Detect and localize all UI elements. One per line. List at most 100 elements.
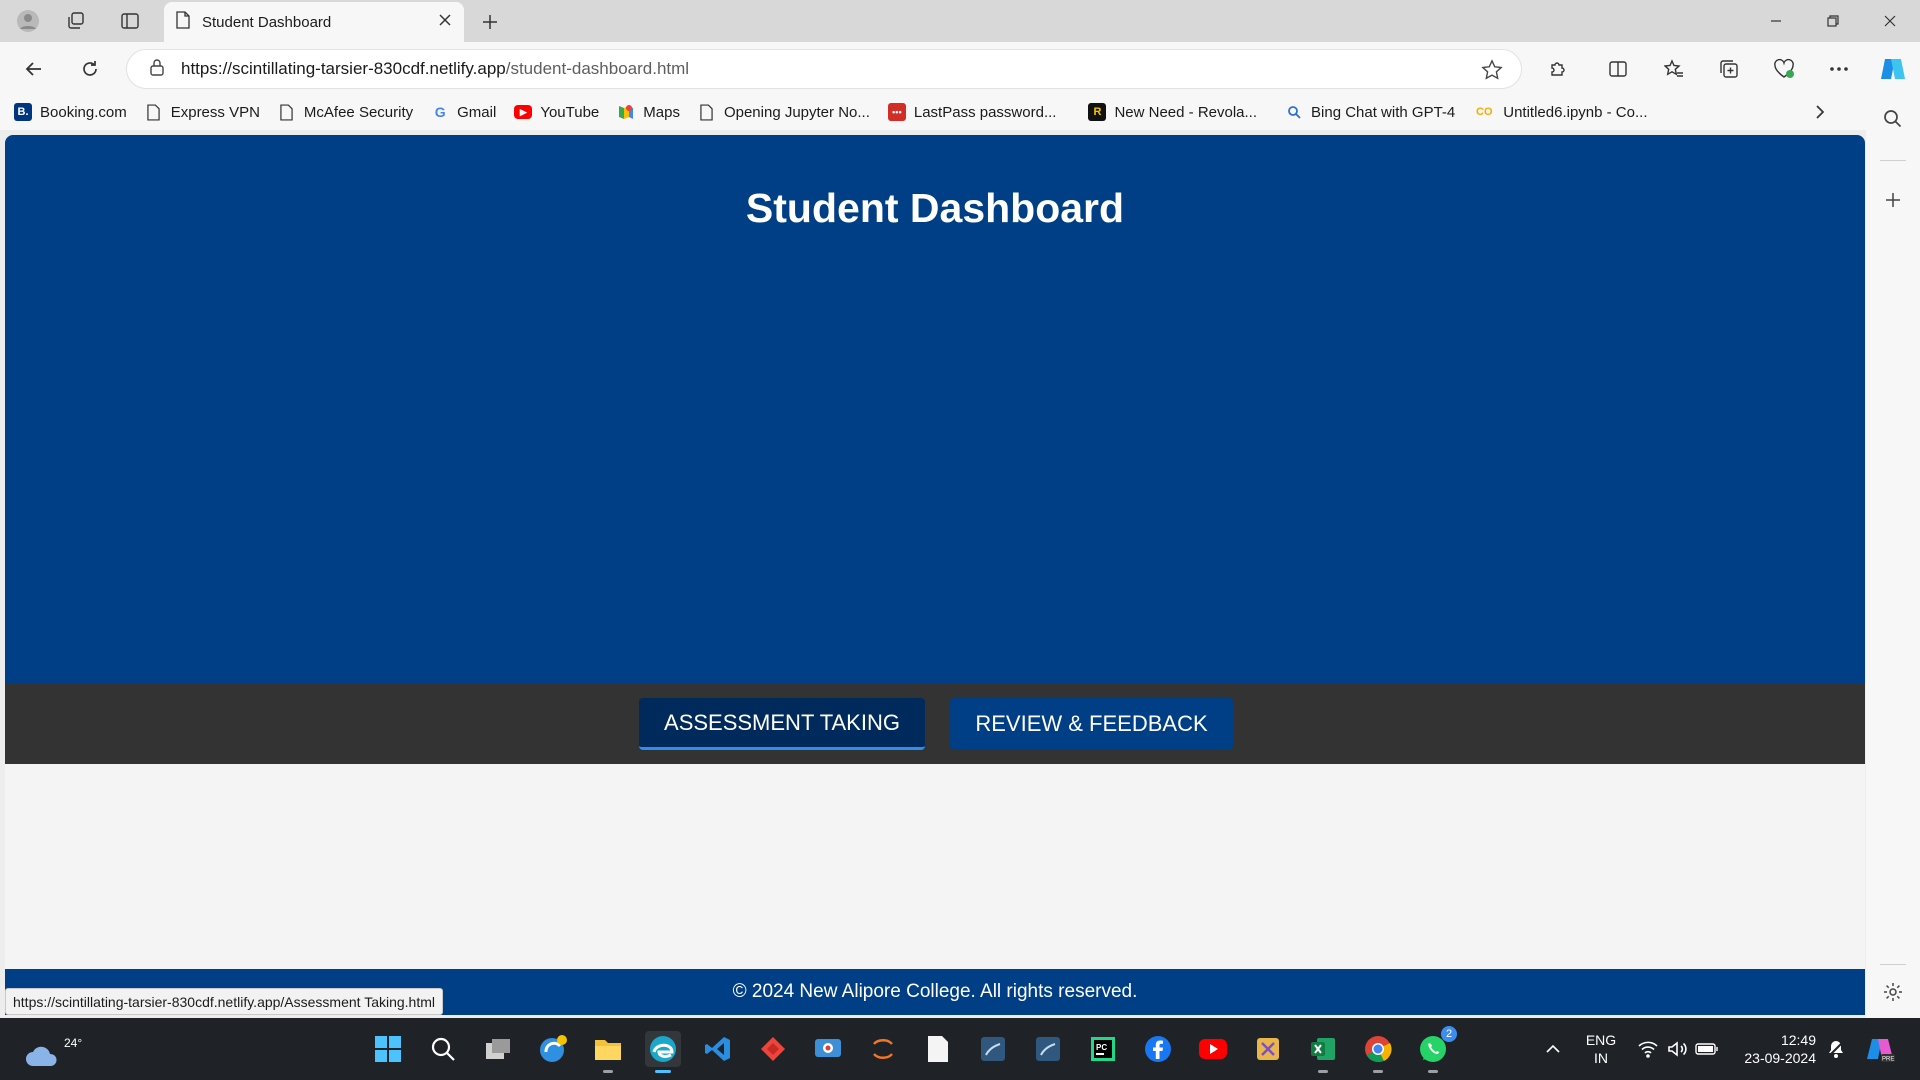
- bookmark-youtube[interactable]: ▶ YouTube: [514, 104, 599, 121]
- url-host: https://scintillating-tarsier-830cdf.net…: [181, 59, 506, 78]
- sidebar-search-icon[interactable]: [1878, 104, 1908, 134]
- jupyter-icon[interactable]: [865, 1031, 901, 1067]
- copilot-taskbar-icon[interactable]: PRE: [1862, 1031, 1898, 1067]
- extensions-icon[interactable]: [1541, 52, 1575, 86]
- tray-chevron-up-icon[interactable]: [1535, 1031, 1571, 1067]
- bookmark-lastpass[interactable]: ••• LastPass password...: [887, 103, 1057, 121]
- bookmark-label: Maps: [643, 103, 680, 121]
- sidebar-divider: [1880, 160, 1906, 161]
- page-icon: [145, 103, 163, 121]
- clock-time: 12:49: [1780, 1032, 1816, 1048]
- url-path: /student-dashboard.html: [505, 59, 690, 78]
- notifications-bell-icon[interactable]: [1818, 1031, 1854, 1067]
- collections-icon[interactable]: [1712, 52, 1746, 86]
- sidebar-add-icon[interactable]: [1878, 185, 1908, 215]
- booking-icon: B.: [14, 103, 32, 121]
- chrome-icon[interactable]: [1360, 1031, 1396, 1073]
- favorites-icon[interactable]: [1657, 52, 1691, 86]
- excel-icon[interactable]: [1305, 1031, 1341, 1073]
- file-explorer-icon[interactable]: [590, 1031, 626, 1073]
- bookmark-bing-chat[interactable]: Bing Chat with GPT-4: [1285, 103, 1455, 121]
- refresh-icon[interactable]: [74, 53, 106, 85]
- youtube-icon: ▶: [514, 105, 533, 119]
- clock-date: 23-09-2024: [1744, 1050, 1816, 1066]
- weather-widget[interactable]: 24°: [22, 1028, 82, 1072]
- youtube-app-icon[interactable]: [1195, 1031, 1231, 1067]
- more-options-icon[interactable]: [1822, 52, 1856, 86]
- lock-icon[interactable]: [149, 58, 165, 81]
- close-tab-icon[interactable]: [438, 13, 452, 32]
- bookmark-label: Bing Chat with GPT-4: [1311, 103, 1456, 121]
- maps-icon: [617, 103, 635, 121]
- revola-icon: R: [1088, 103, 1107, 121]
- page-icon: [698, 103, 716, 121]
- notepad-icon[interactable]: [920, 1031, 956, 1067]
- task-view-icon[interactable]: [480, 1031, 516, 1067]
- running-indicator: [1373, 1070, 1383, 1073]
- pycharm-icon[interactable]: PC: [1085, 1031, 1121, 1067]
- bookmarks-bar: B. Booking.com Express VPN McAfee Securi…: [0, 94, 1880, 130]
- status-bar-url: https://scintillating-tarsier-830cdf.net…: [5, 988, 444, 1015]
- snipping-tool-icon[interactable]: [1250, 1031, 1286, 1067]
- profile-icon[interactable]: [14, 7, 42, 35]
- bookmark-gmail[interactable]: G Gmail: [431, 103, 497, 121]
- mysql-workbench-2-icon[interactable]: [1030, 1031, 1066, 1067]
- page-title: Student Dashboard: [745, 185, 1125, 231]
- start-icon[interactable]: [370, 1031, 406, 1067]
- vertical-tabs-icon[interactable]: [116, 7, 144, 35]
- bookmark-maps[interactable]: Maps: [617, 103, 680, 121]
- minimize-icon[interactable]: [1756, 6, 1796, 36]
- anydesk-icon[interactable]: [755, 1031, 791, 1067]
- sidebar-settings-icon[interactable]: [1878, 977, 1908, 1007]
- notification-badge: 2: [1441, 1026, 1457, 1042]
- restore-icon[interactable]: [1813, 6, 1853, 36]
- weather-temperature: 24°: [64, 1036, 83, 1050]
- active-tab[interactable]: Student Dashboard: [164, 2, 464, 42]
- review-feedback-button[interactable]: REVIEW & FEEDBACK: [950, 698, 1233, 750]
- workspaces-icon[interactable]: [62, 7, 90, 35]
- page-icon: [278, 103, 296, 121]
- browser-essentials-icon[interactable]: [1767, 52, 1801, 86]
- bookmark-label: Gmail: [457, 103, 497, 121]
- close-window-icon[interactable]: [1870, 6, 1910, 36]
- mysql-workbench-icon[interactable]: [975, 1031, 1011, 1067]
- url-text[interactable]: https://scintillating-tarsier-830cdf.net…: [181, 59, 689, 79]
- clock[interactable]: 12:49 23-09-2024: [1736, 1031, 1816, 1067]
- favorite-star-icon[interactable]: [1481, 59, 1503, 86]
- copilot-icon[interactable]: [1876, 52, 1910, 86]
- edge-legacy-icon[interactable]: [535, 1031, 571, 1067]
- bookmark-jupyter[interactable]: Opening Jupyter No...: [698, 103, 870, 121]
- language-indicator[interactable]: ENG IN: [1580, 1031, 1622, 1067]
- bookmark-booking[interactable]: B. Booking.com: [14, 103, 127, 121]
- language-code: ENG: [1585, 1032, 1617, 1048]
- page-icon: [176, 10, 190, 34]
- back-icon[interactable]: [18, 53, 50, 85]
- edge-browser-icon[interactable]: [645, 1031, 681, 1073]
- edge-sidebar: [1866, 94, 1920, 1018]
- whatsapp-icon[interactable]: 2: [1415, 1026, 1457, 1073]
- tab-title: Student Dashboard: [202, 13, 332, 31]
- bookmark-label: YouTube: [540, 103, 600, 121]
- battery-icon[interactable]: [1689, 1031, 1725, 1067]
- new-tab-button[interactable]: [476, 8, 504, 36]
- bookmark-label: Opening Jupyter No...: [723, 103, 870, 121]
- split-screen-icon[interactable]: [1601, 52, 1635, 86]
- dashboard-header: Student Dashboard: [5, 135, 1865, 684]
- facebook-icon[interactable]: [1140, 1031, 1176, 1067]
- address-bar[interactable]: https://scintillating-tarsier-830cdf.net…: [126, 49, 1522, 89]
- running-indicator: [655, 1070, 671, 1073]
- screen-recorder-icon[interactable]: [810, 1031, 846, 1067]
- taskbar-search-icon[interactable]: [425, 1031, 461, 1067]
- title-bar: Student Dashboard: [0, 0, 1920, 42]
- lastpass-icon: •••: [887, 103, 906, 121]
- bookmarks-more-chevron-icon[interactable]: [1808, 100, 1832, 124]
- assessment-taking-button[interactable]: ASSESSMENT TAKING: [639, 698, 925, 750]
- vscode-icon[interactable]: [700, 1031, 736, 1067]
- bookmark-express-vpn[interactable]: Express VPN: [145, 103, 260, 121]
- bookmark-label: LastPass password...: [913, 103, 1057, 121]
- region-code: IN: [1594, 1050, 1608, 1066]
- bookmark-mcafee[interactable]: McAfee Security: [278, 103, 413, 121]
- copyright-text: © 2024 New Alipore College. All rights r…: [732, 981, 1138, 1002]
- bookmark-revola[interactable]: R New Need - Revola...: [1088, 103, 1257, 121]
- bookmark-colab[interactable]: CO Untitled6.ipynb - Co...: [1473, 103, 1648, 121]
